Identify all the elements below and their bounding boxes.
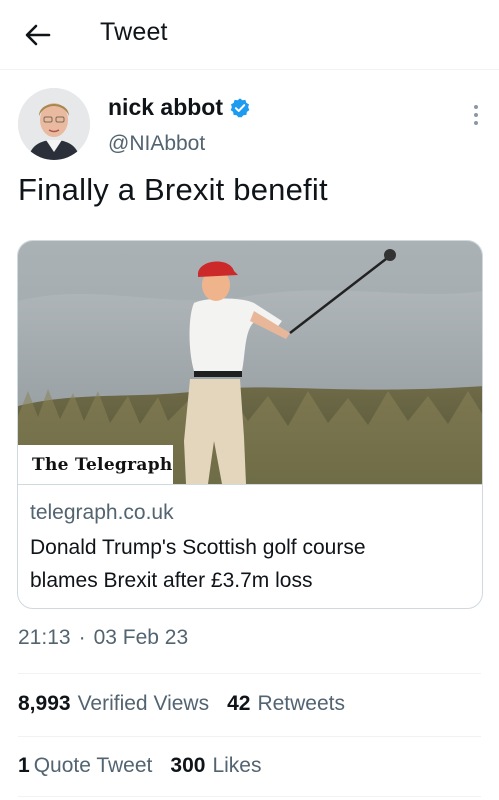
card-title: Donald Trump's Scottish golf course blam… — [30, 531, 472, 597]
stats-row-views-retweets: 8,993 Verified Views 42 Retweets — [18, 692, 363, 716]
views-stat: 8,993 Verified Views — [18, 692, 227, 716]
divider — [18, 673, 481, 674]
top-bar: Tweet — [0, 0, 499, 70]
views-label: Verified Views — [77, 692, 210, 715]
tweet-header: nick abbot @NIAbbot — [18, 88, 488, 168]
quote-tweets-label: Quote Tweet — [33, 754, 153, 777]
avatar-image — [18, 88, 90, 160]
more-vertical-icon — [474, 105, 478, 109]
publisher-badge: The Telegraph — [18, 445, 173, 484]
retweets-stat[interactable]: 42 Retweets — [227, 692, 363, 716]
likes-stat[interactable]: 300 Likes — [170, 754, 279, 778]
stats-row-quotes-likes: 1 Quote Tweet 300 Likes — [18, 754, 279, 778]
card-title-line-1: Donald Trump's Scottish golf course — [30, 536, 366, 559]
tweet-date: 03 Feb 23 — [93, 626, 189, 649]
retweets-count: 42 — [227, 692, 251, 715]
likes-label: Likes — [212, 754, 262, 777]
arrow-left-icon — [25, 24, 51, 46]
back-button[interactable] — [22, 20, 54, 50]
divider — [18, 736, 481, 737]
card-title-line-2: blames Brexit after £3.7m loss — [30, 569, 313, 592]
card-body: telegraph.co.uk Donald Trump's Scottish … — [18, 484, 482, 608]
views-count: 8,993 — [18, 692, 71, 715]
quote-tweets-stat[interactable]: 1 Quote Tweet — [18, 754, 170, 778]
page-title: Tweet — [100, 18, 168, 46]
tweet-time: 21:13 — [18, 626, 71, 649]
more-vertical-icon-dot — [474, 113, 478, 117]
author-name-row[interactable]: nick abbot — [108, 94, 251, 121]
retweets-label: Retweets — [257, 692, 345, 715]
quote-tweets-count: 1 — [18, 754, 30, 777]
avatar[interactable] — [18, 88, 90, 160]
link-card[interactable]: The Telegraph telegraph.co.uk Donald Tru… — [17, 240, 483, 609]
card-domain: telegraph.co.uk — [30, 501, 174, 524]
timestamp-separator: · — [78, 626, 86, 649]
author-name: nick abbot — [108, 94, 224, 120]
verified-badge-icon — [230, 97, 250, 117]
more-vertical-icon-dot — [474, 121, 478, 125]
divider — [18, 796, 481, 797]
likes-count: 300 — [170, 754, 206, 777]
tweet-timestamp[interactable]: 21:13 · 03 Feb 23 — [18, 626, 188, 650]
card-image: The Telegraph — [18, 241, 482, 484]
more-options-button[interactable] — [464, 100, 488, 130]
tweet-text: Finally a Brexit benefit — [18, 172, 328, 207]
author-handle[interactable]: @NIAbbot — [108, 132, 205, 156]
